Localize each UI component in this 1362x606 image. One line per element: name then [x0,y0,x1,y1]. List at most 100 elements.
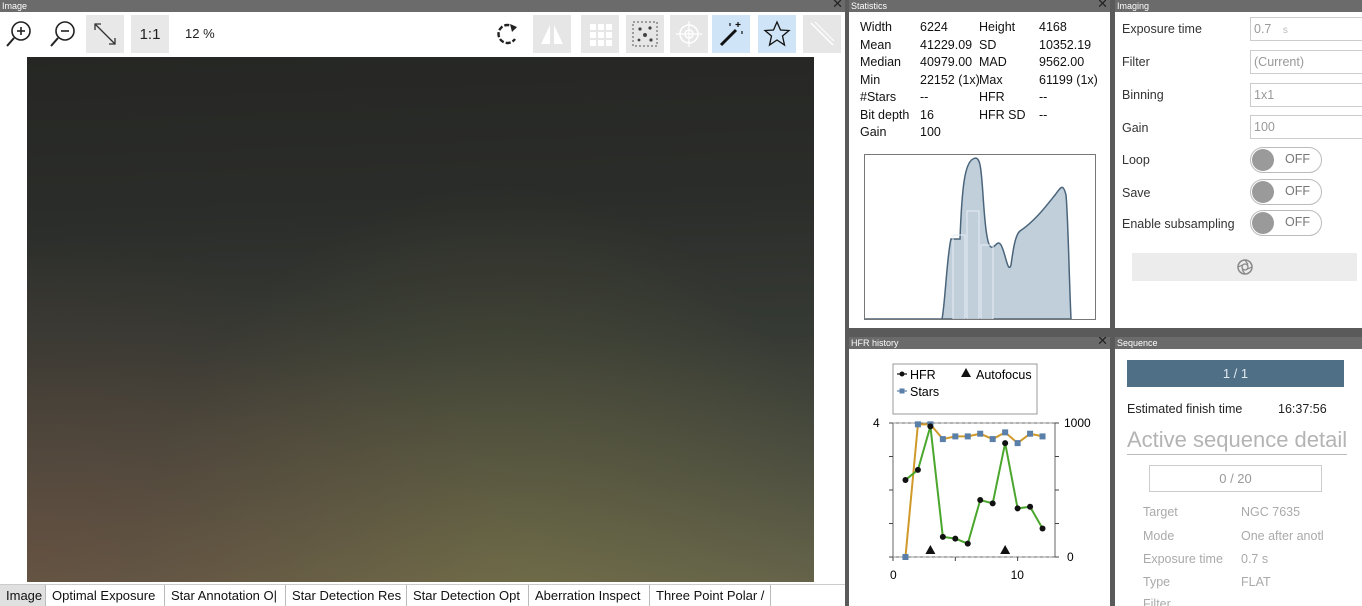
stars-point [914,421,921,428]
stat-value: 16 [920,107,934,122]
close-icon[interactable]: ✕ [832,0,843,10]
hfr-history-panel: HFR history ✕ HFR Autofocus Stars 4 1000 0… [849,337,1110,606]
hfr-history-titlebar: HFR history ✕ [849,337,1110,349]
tab-star-detection-options[interactable]: Star Detection Opt [407,585,529,606]
filter-select[interactable]: (Current) [1250,50,1362,74]
stat-value: 10352.19 [1039,37,1092,52]
tab-optimal-exposure[interactable]: Optimal Exposure [46,585,165,606]
tab-three-point-polar[interactable]: Three Point Polar / [650,585,771,606]
seq-exposure-value: 0.7 s [1241,552,1269,566]
exposure-time-label: Exposure time [1122,22,1202,36]
stat-label: HFR SD [979,107,1026,122]
grid-icon [590,24,612,46]
image-panel-title: Image [2,1,28,11]
hfr-point [1002,440,1009,447]
loop-state: OFF [1285,152,1310,166]
autofocus-marker [925,545,936,554]
toggle-knob [1252,149,1274,171]
tab-star-detection-results[interactable]: Star Detection Res [286,585,407,606]
rotate-button[interactable] [489,15,527,53]
stat-label: MAD [979,55,1007,69]
x-tick-label: 10 [1011,568,1025,582]
seq-exposure-label: Exposure time [1143,552,1223,566]
stat-value: 40979.00 [920,55,973,69]
hfr-point [952,535,959,542]
image-canvas[interactable] [27,57,814,582]
exposure-unit: s [1282,25,1288,36]
capture-button[interactable] [1132,253,1357,281]
close-icon[interactable]: ✕ [1097,337,1108,347]
stars-point [952,433,959,440]
tab-aberration-inspector[interactable]: Aberration Inspect [529,585,650,606]
save-state: OFF [1285,184,1310,198]
hfr-point [1039,525,1046,532]
histogram [864,154,1096,320]
tab-image[interactable]: Image [0,585,46,606]
imaging-title: Imaging [1117,1,1150,11]
stat-label: HFR [979,90,1005,104]
zoom-in-button[interactable] [0,15,38,53]
detect-stars-button[interactable] [758,15,796,53]
hfr-history-title: HFR history [851,338,899,348]
stars-point [1039,433,1046,440]
stat-value: 100 [920,125,941,139]
fit-to-screen-button[interactable] [86,15,124,53]
hfr-point [977,497,984,504]
stat-label: Min [860,72,881,87]
exposure-time-value: 0.7 [1254,22,1272,36]
loop-toggle[interactable]: OFF [1250,147,1322,173]
statistics-panel: Statistics ✕ Width 6224 Height 4168 Mean 4122… [849,0,1110,328]
exposure-count: 0 / 20 [1149,465,1322,492]
rotate-icon [497,23,517,45]
zoom-out-button[interactable] [44,15,82,53]
crosshair-button[interactable] [670,15,708,53]
plot-area [892,422,1056,558]
stat-value: 41229.09 [920,37,973,52]
estimated-finish-time: 16:37:56 [1278,402,1327,416]
legend-hfr-label: HFR [910,368,936,382]
hfr-point [914,466,921,473]
tab-star-annotation[interactable]: Star Annotation O| [165,585,286,606]
expand-diagonal-icon [94,23,116,45]
imaging-titlebar: Imaging [1115,0,1362,12]
close-icon[interactable]: ✕ [1097,0,1108,10]
y-right-tick-label: 1000 [1064,416,1091,430]
hfr-point [1014,505,1021,512]
hfr-point [902,476,909,483]
subsampling-toggle[interactable]: OFF [1250,210,1322,236]
sequence-title: Sequence [1117,338,1158,348]
save-toggle[interactable]: OFF [1250,179,1322,205]
crosshair-icon [676,21,702,47]
toggle-knob [1252,212,1274,234]
star-detection-button[interactable] [626,15,664,53]
flip-button[interactable] [533,15,571,53]
sequence-titlebar: Sequence [1115,337,1362,349]
stars-point [977,430,984,437]
sequence-panel: Sequence 1 / 1 Estimated finish time 16:… [1115,337,1362,606]
stars-point [1002,429,1009,436]
hfr-chart: HFR Autofocus Stars 4 1000 0 0 10 [873,363,1091,582]
autofocus-marker [1000,545,1011,554]
stat-label: Bit depth [860,107,910,122]
filter-label: Filter [1122,55,1150,69]
satellite-button[interactable] [803,15,841,53]
exposure-time-input[interactable]: 0.7 s [1250,17,1362,41]
zoom-one-to-one-button[interactable]: 1:1 [131,15,169,53]
divider [1127,454,1347,455]
hfr-point [964,540,971,547]
grid-overlay-button[interactable] [581,15,619,53]
binning-select[interactable]: 1x1 [1250,83,1362,107]
hfr-point [939,533,946,540]
stars-point [1014,440,1021,447]
auto-stretch-button[interactable] [712,15,750,53]
type-label: Type [1143,575,1171,589]
binning-label: Binning [1122,88,1164,102]
zoom-in-icon [6,21,31,47]
stat-label: Median [860,55,901,69]
subsampling-state: OFF [1285,215,1310,229]
image-panel: Image ✕ 1:1 12 % Image Optimal Exposure … [0,0,845,606]
stat-value: 61199 (1x) [1039,72,1098,87]
stat-value: 4168 [1039,20,1067,34]
gain-input[interactable]: 100 [1250,115,1362,139]
aperture-icon [1236,259,1253,275]
